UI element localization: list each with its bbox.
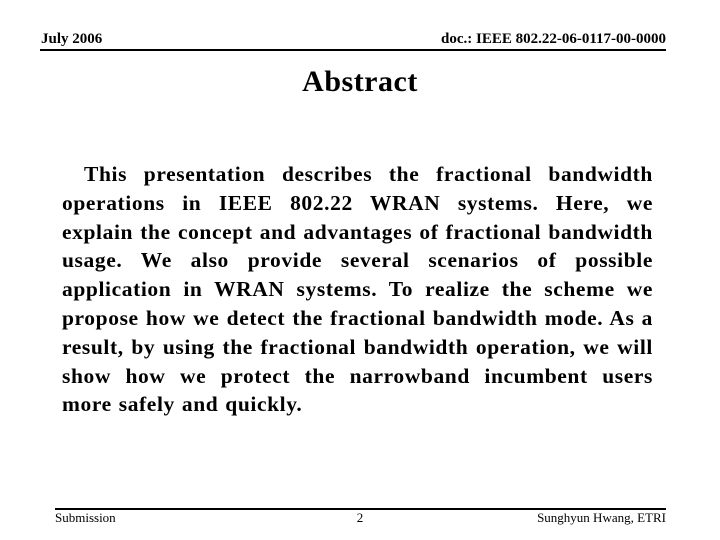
footer-author: Sunghyun Hwang, ETRI [537, 510, 666, 525]
header-divider [40, 49, 666, 51]
header-doc-id: doc.: IEEE 802.22-06-0117-00-0000 [441, 31, 666, 47]
slide-title: Abstract [302, 65, 418, 98]
header-date: July 2006 [41, 31, 103, 47]
abstract-body: This presentation describes the fraction… [62, 162, 653, 417]
